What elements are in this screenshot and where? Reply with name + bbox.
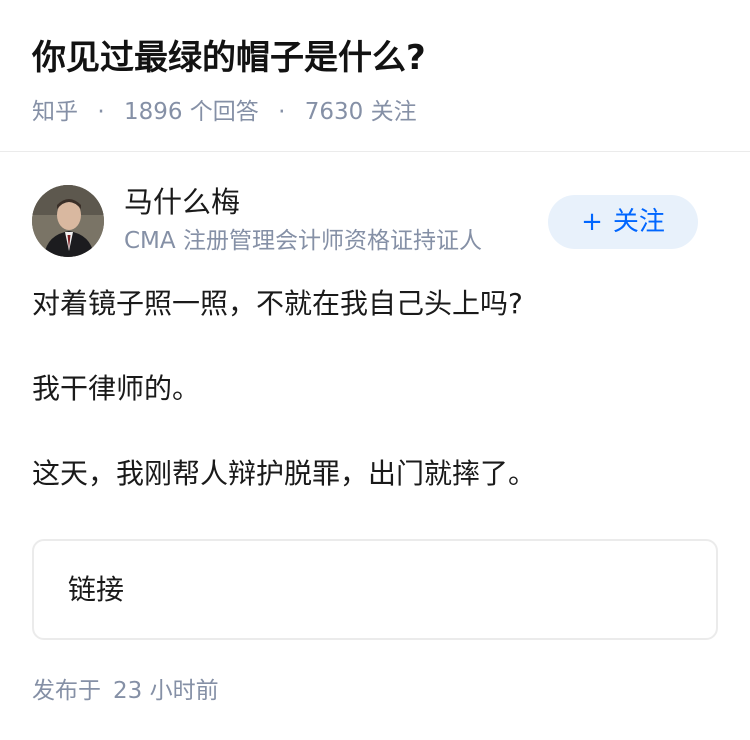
answer-paragraph: 我干律师的。: [32, 372, 201, 405]
author-info: 马什么梅 CMA 注册管理会计师资格证持证人: [124, 182, 482, 258]
source-label[interactable]: 知乎: [32, 99, 78, 125]
publish-prefix: 发布于: [32, 678, 101, 704]
link-label: 链接: [68, 573, 125, 606]
answer-paragraph: 对着镜子照一照，不就在我自己头上吗?: [32, 287, 523, 320]
follower-count-label: 关注: [370, 99, 417, 125]
plus-icon: +: [581, 207, 603, 237]
author-bio: CMA 注册管理会计师资格证持证人: [124, 228, 482, 254]
question-meta: 知乎 · 1896 个回答 · 7630 关注: [32, 96, 718, 128]
follower-count: 7630: [304, 99, 364, 125]
meta-separator: ·: [278, 99, 286, 125]
author-name[interactable]: 马什么梅: [124, 182, 482, 222]
publish-time: 发布于 23 小时前: [0, 674, 750, 708]
answer-count: 1896: [123, 99, 183, 125]
question-header: 你见过最绿的帽子是什么? 知乎 · 1896 个回答 · 7630 关注: [0, 0, 750, 152]
link-card[interactable]: 链接: [32, 539, 718, 640]
answer-paragraph: 这天，我刚帮人辩护脱罪，出门就摔了。: [32, 457, 537, 490]
follow-label: 关注: [612, 207, 665, 237]
avatar-image: [32, 185, 104, 257]
question-title[interactable]: 你见过最绿的帽子是什么?: [32, 34, 718, 82]
answer-count-label: 个回答: [189, 99, 259, 125]
answer-body: 对着镜子照一照，不就在我自己头上吗? 我干律师的。 这天，我刚帮人辩护脱罪，出门…: [0, 284, 750, 494]
publish-value: 23 小时前: [113, 678, 219, 704]
follow-button[interactable]: + 关注: [548, 195, 698, 249]
author-row: 马什么梅 CMA 注册管理会计师资格证持证人 + 关注: [0, 182, 750, 286]
meta-separator: ·: [97, 99, 105, 125]
avatar[interactable]: [32, 185, 104, 257]
